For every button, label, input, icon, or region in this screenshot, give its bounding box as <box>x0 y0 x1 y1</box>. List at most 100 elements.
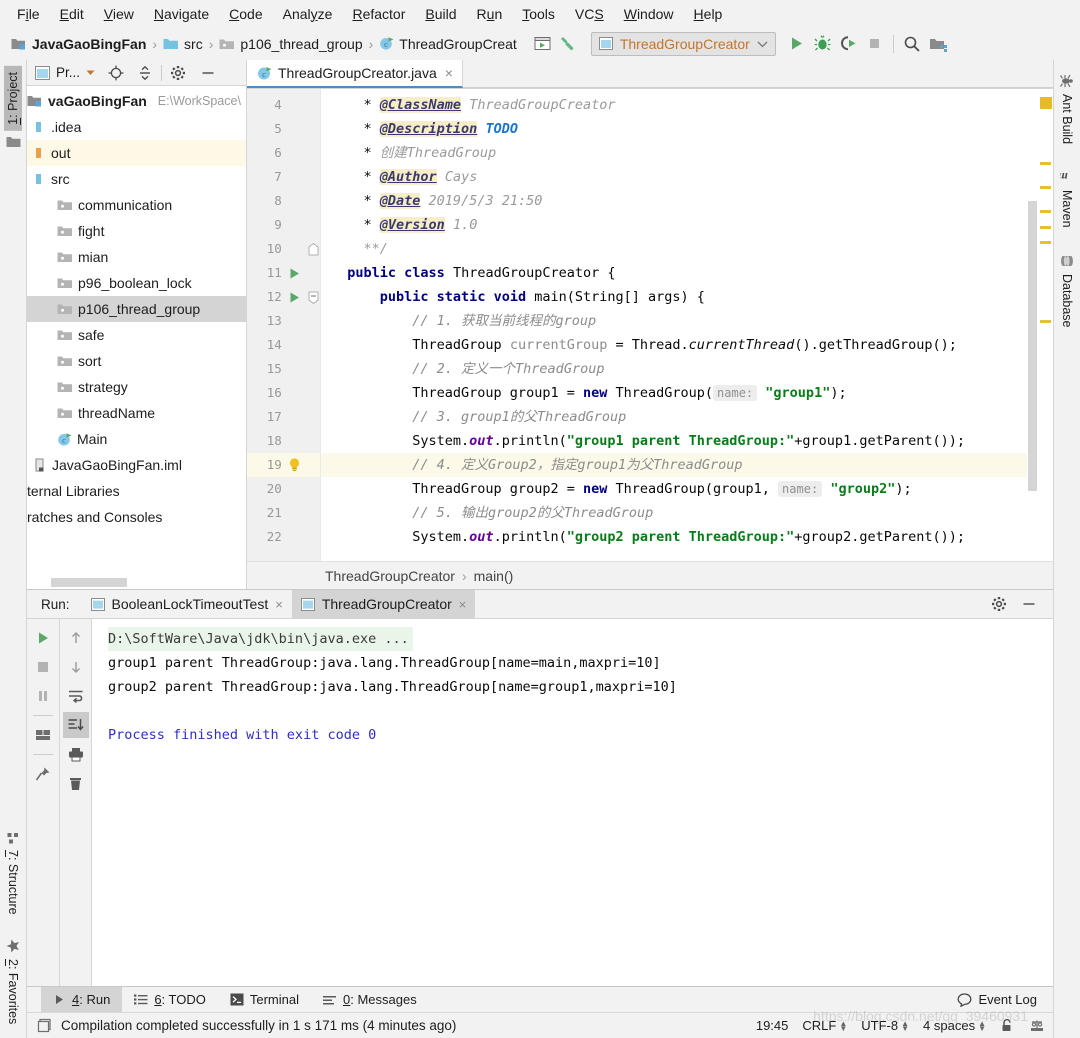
tree-item-javagaobingfan-iml[interactable]: JavaGaoBingFan.iml <box>27 452 246 478</box>
breadcrumb-threadgroupcreat[interactable]: c ThreadGroupCreat <box>376 34 520 54</box>
code-line[interactable]: // 3. group1的父ThreadGroup <box>321 405 1027 429</box>
breadcrumb-p106-thread-group[interactable]: p106_thread_group <box>216 34 365 54</box>
gutter-row[interactable]: 11 <box>247 261 320 285</box>
tree-item-out[interactable]: out <box>27 140 246 166</box>
pause-button[interactable] <box>30 683 56 709</box>
editor-marker-bar[interactable] <box>1039 89 1053 561</box>
code-line[interactable]: // 4. 定义Group2，指定group1为父ThreadGroup <box>321 453 1027 477</box>
marker-stripe[interactable] <box>1040 186 1051 189</box>
run-tab-threadgroupcreator[interactable]: ThreadGroupCreator × <box>291 589 476 619</box>
tree-item-strategy[interactable]: strategy <box>27 374 246 400</box>
sidebar-tab-structure[interactable]: 7: Structure <box>4 825 22 921</box>
up-arrow-button[interactable] <box>63 625 89 651</box>
project-structure-button[interactable] <box>925 32 951 56</box>
debug-button[interactable] <box>810 32 836 56</box>
console-output[interactable]: D:\SoftWare\Java\jdk\bin\java.exe ... gro… <box>92 619 1053 986</box>
code-line[interactable]: // 1. 获取当前线程的group <box>321 309 1027 333</box>
encoding-widget[interactable]: UTF-8 ▲ ▼ <box>861 1018 909 1033</box>
run-gutter-icon[interactable] <box>282 285 308 309</box>
gutter-row[interactable]: 18 <box>247 429 320 453</box>
settings-gear-icon[interactable] <box>170 65 186 81</box>
code-line[interactable]: * @Version 1.0 <box>321 213 1027 237</box>
gutter-row[interactable]: 14 <box>247 333 320 357</box>
menu-item-run[interactable]: Run <box>468 3 512 25</box>
settings-gear-icon[interactable] <box>991 596 1007 612</box>
hide-icon[interactable] <box>1021 596 1037 612</box>
gutter-row[interactable]: 22 <box>247 525 320 549</box>
bottom-tab--todo[interactable]: 6: TODO <box>122 987 218 1013</box>
code-editor[interactable]: 4 5 6 7 8 9 10 11 12 13 14 15 16 17 18 19 20 21 22 * @Clas… <box>247 89 1053 561</box>
scrollbar-thumb[interactable] <box>51 578 127 587</box>
intention-bulb-icon[interactable] <box>282 453 308 477</box>
gutter-row[interactable]: 17 <box>247 405 320 429</box>
run-button[interactable] <box>784 32 810 56</box>
bottom-tab-terminal[interactable]: Terminal <box>218 987 311 1013</box>
close-icon[interactable]: × <box>445 65 453 81</box>
unlocked-icon[interactable] <box>1000 1018 1015 1033</box>
menu-item-analyze[interactable]: Analyze <box>274 3 342 25</box>
code-line[interactable]: * @ClassName ThreadGroupCreator <box>321 93 1027 117</box>
code-line[interactable]: public class ThreadGroupCreator { <box>321 261 1027 285</box>
tree-item-main[interactable]: c Main <box>27 426 246 452</box>
code-line[interactable]: **/ <box>321 237 1027 261</box>
code-line[interactable]: System.out.println("group1 parent Thread… <box>321 429 1027 453</box>
chevron-down-icon[interactable] <box>757 40 768 48</box>
inspections-icon[interactable] <box>1029 1018 1045 1033</box>
code-line[interactable]: * @Date 2019/5/3 21:50 <box>321 189 1027 213</box>
tree-item-mian[interactable]: mian <box>27 244 246 270</box>
code-line[interactable]: * @Author Cays <box>321 165 1027 189</box>
gutter-row[interactable]: 19 <box>247 453 320 477</box>
hide-icon[interactable] <box>200 65 216 81</box>
down-arrow-button[interactable] <box>63 654 89 680</box>
menu-item-navigate[interactable]: Navigate <box>145 3 218 25</box>
fold-start-icon[interactable] <box>308 285 320 309</box>
marker-top-warning[interactable] <box>1040 97 1052 109</box>
scrollbar-thumb[interactable] <box>1028 201 1037 491</box>
menu-item-build[interactable]: Build <box>416 3 465 25</box>
rerun-button[interactable] <box>30 625 56 651</box>
editor-breadcrumbs[interactable]: ThreadGroupCreator › main() <box>247 561 1053 589</box>
gutter-row[interactable]: 15 <box>247 357 320 381</box>
marker-stripe[interactable] <box>1040 320 1051 323</box>
scroll-to-end-button[interactable] <box>62 712 89 738</box>
gutter-row[interactable]: 21 <box>247 501 320 525</box>
menu-item-help[interactable]: Help <box>685 3 732 25</box>
gutter-row[interactable]: 5 <box>247 117 320 141</box>
print-button[interactable] <box>63 741 89 767</box>
gutter-row[interactable]: 8 <box>247 189 320 213</box>
sidebar-tab-favorites[interactable]: 2: Favorites <box>4 933 22 1030</box>
menu-item-tools[interactable]: Tools <box>513 3 564 25</box>
gutter-row[interactable]: 12 <box>247 285 320 309</box>
run-configuration-combo[interactable]: ThreadGroupCreator <box>590 31 776 56</box>
menu-item-file[interactable]: File <box>8 3 49 25</box>
code-line[interactable]: * @Description TODO <box>321 117 1027 141</box>
tree-item-ternal-libraries[interactable]: ternal Libraries <box>27 478 246 504</box>
code-line[interactable]: System.out.println("group2 parent Thread… <box>321 525 1027 549</box>
run-tab-booleanlocktimeouttest[interactable]: BooleanLockTimeoutTest × <box>82 590 292 619</box>
menu-item-view[interactable]: View <box>95 3 143 25</box>
gutter-row[interactable]: 4 <box>247 93 320 117</box>
code-line[interactable]: * 创建ThreadGroup <box>321 141 1027 165</box>
tree-item-communication[interactable]: communication <box>27 192 246 218</box>
breadcrumb-src[interactable]: src <box>160 34 206 54</box>
build-hammer-icon[interactable] <box>556 32 582 56</box>
breadcrumb-javagaobingfan[interactable]: JavaGaoBingFan <box>8 34 149 54</box>
tree-item-vagaobingfan[interactable]: vaGaoBingFan E:\WorkSpace\ <box>27 88 246 114</box>
gutter-row[interactable]: 7 <box>247 165 320 189</box>
tree-item-fight[interactable]: fight <box>27 218 246 244</box>
code-line[interactable]: public static void main(String[] args) { <box>321 285 1027 309</box>
indent-widget[interactable]: 4 spaces ▲ ▼ <box>923 1018 986 1033</box>
collapse-all-icon[interactable] <box>137 65 153 81</box>
marker-stripe[interactable] <box>1040 226 1051 229</box>
stop-button[interactable] <box>30 654 56 680</box>
sidebar-tab-ant-build[interactable]: Ant Build <box>1058 68 1076 150</box>
locate-icon[interactable] <box>108 65 124 81</box>
gutter-row[interactable]: 20 <box>247 477 320 501</box>
project-tree-horizontal-scrollbar[interactable] <box>27 575 246 589</box>
close-icon[interactable]: × <box>275 597 283 612</box>
code-line[interactable]: ThreadGroup currentGroup = Thread.curren… <box>321 333 1027 357</box>
editor-gutter[interactable]: 4 5 6 7 8 9 10 11 12 13 14 15 16 17 18 19 20 21 22 <box>247 89 321 561</box>
marker-stripe[interactable] <box>1040 241 1051 244</box>
code-line[interactable]: // 2. 定义一个ThreadGroup <box>321 357 1027 381</box>
layout-settings-button[interactable] <box>30 722 56 748</box>
